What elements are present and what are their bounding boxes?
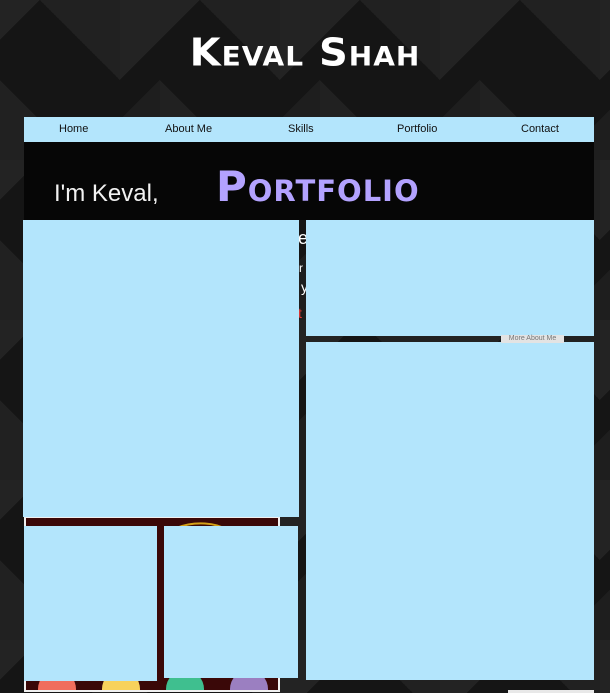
hero-text-fragment: r [299, 261, 303, 275]
more-about-me-button[interactable]: More About Me [501, 335, 564, 343]
portfolio-card-small-left[interactable] [24, 526, 157, 681]
nav-item-portfolio[interactable]: Portfolio [397, 123, 437, 135]
nav-item-contact[interactable]: Contact [521, 123, 559, 135]
nav-item-skills[interactable]: Skills [288, 123, 314, 135]
portfolio-card-large[interactable] [23, 220, 299, 517]
portfolio-card-tall-right[interactable] [306, 342, 594, 680]
portfolio-section-title: Portfolio [216, 162, 420, 211]
main-navigation: Home About Me Skills Portfolio Contact [24, 117, 594, 142]
site-logo[interactable]: Keval Shah [0, 31, 610, 75]
portfolio-card-top-right[interactable] [306, 220, 594, 336]
nav-item-home[interactable]: Home [59, 123, 88, 135]
portfolio-card-small-right[interactable] [164, 526, 298, 678]
nav-item-about-me[interactable]: About Me [165, 123, 212, 135]
hero-greeting: I'm Keval, [54, 180, 159, 207]
